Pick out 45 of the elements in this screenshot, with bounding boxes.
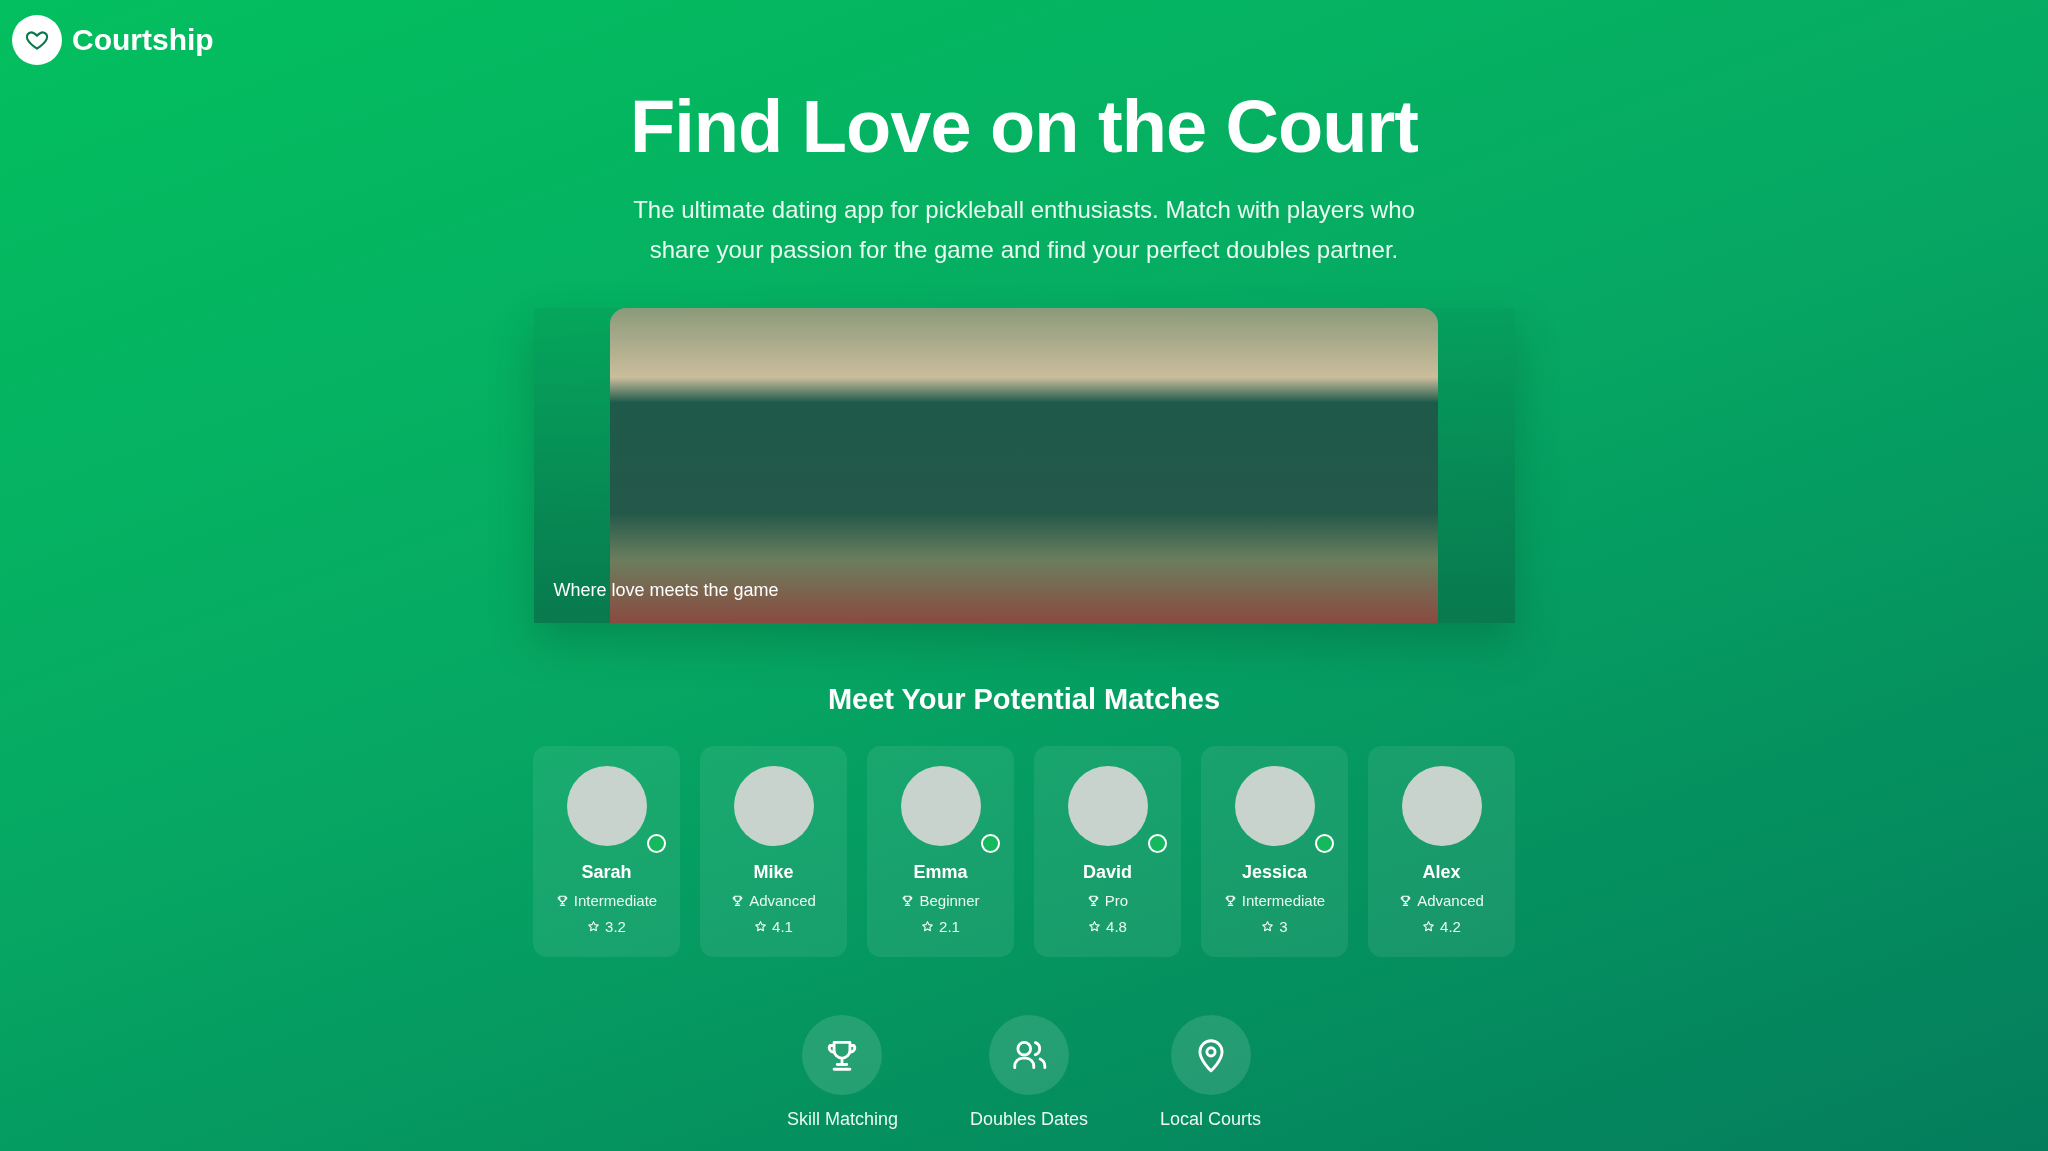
star-icon — [921, 920, 935, 933]
profile-card[interactable]: Mike Advanced 4.1 — [700, 746, 847, 957]
trophy-icon — [901, 894, 915, 907]
profile-name: Sarah — [581, 862, 632, 883]
star-icon — [1261, 920, 1275, 933]
feature-label: Skill Matching — [786, 1109, 898, 1130]
section-title: Meet Your Potential Matches — [827, 683, 1221, 716]
trophy-icon — [1223, 894, 1237, 907]
profile-name: Mike — [753, 862, 794, 883]
feature-label: Doubles Dates — [969, 1109, 1089, 1130]
profile-card[interactable]: David Pro 4.8 — [1034, 746, 1181, 957]
star-icon — [754, 920, 768, 933]
star-icon — [1422, 920, 1436, 933]
profile-card[interactable]: Jessica Intermediate 3 — [1201, 746, 1348, 957]
trophy-icon — [555, 894, 569, 907]
profile-card[interactable]: Sarah Intermediate 3.2 — [533, 746, 680, 957]
rating: 3 — [1279, 918, 1288, 935]
skill-level: Beginner — [919, 892, 980, 909]
skill-level: Advanced — [749, 892, 816, 909]
photo-caption: Where love meets the game — [553, 580, 779, 601]
skill-level: Pro — [1104, 892, 1129, 909]
profile-card[interactable]: Emma Beginner 2.1 — [867, 746, 1014, 957]
rating: 3.2 — [605, 918, 626, 935]
profile-name: Emma — [913, 862, 968, 883]
brand-name[interactable]: Courtship — [72, 23, 214, 57]
rating: 2.1 — [939, 918, 960, 935]
trophy-icon — [1086, 894, 1100, 907]
star-icon — [587, 920, 601, 933]
hero-subtitle: The ultimate dating app for pickleball enthusiasts. Match with players who share your passion for the game and find your perfect doubles partner. — [632, 195, 1416, 265]
profile-name: David — [1083, 862, 1132, 883]
profile-card[interactable]: Alex Advanced 4.2 — [1368, 746, 1515, 957]
rating: 4.2 — [1440, 918, 1461, 935]
star-icon — [1088, 920, 1102, 933]
trophy-icon — [731, 894, 745, 907]
rating: 4.1 — [772, 918, 793, 935]
feature-label: Local Courts — [1160, 1109, 1262, 1130]
trophy-icon — [1399, 894, 1413, 907]
hero-title: Find Love on the Court — [630, 90, 1418, 164]
profile-name: Alex — [1422, 862, 1461, 883]
profile-name: Jessica — [1241, 862, 1308, 883]
heart-logo-icon — [12, 15, 62, 65]
skill-level: Intermediate — [1241, 892, 1326, 909]
rating: 4.8 — [1106, 918, 1127, 935]
skill-level: Intermediate — [573, 892, 658, 909]
skill-level: Advanced — [1417, 892, 1484, 909]
